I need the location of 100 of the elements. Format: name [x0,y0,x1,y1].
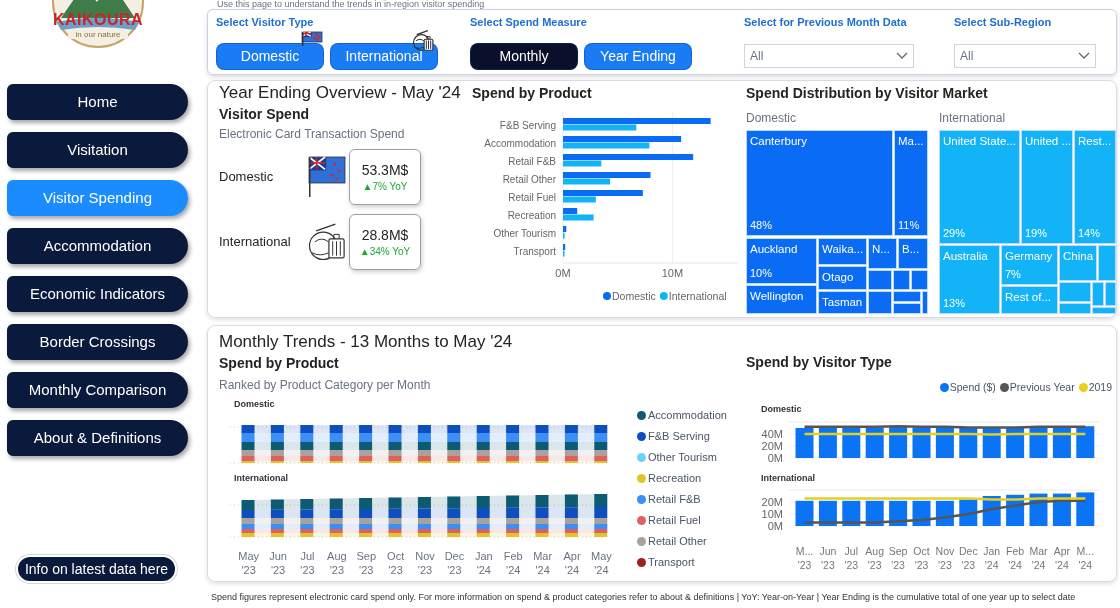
legend-label: Other Tourism [648,450,717,466]
legend-label: Previous Year [1009,380,1075,395]
panel-label: International [234,473,288,483]
tile-label: N... [872,242,891,256]
axis-label: Jun '23 [819,545,837,571]
treemap-tile[interactable]: Rest of... [1001,286,1058,314]
legend-label: Retail F&B [648,492,701,508]
axis-label: Sep '23 [888,545,908,571]
axis-label: 0M [555,267,571,279]
chart-title: Spend by Visitor Type [746,353,892,372]
treemap-tile[interactable]: Auckland 10% [746,238,817,284]
tile-label: Rest... [1078,134,1112,148]
nav-button[interactable]: About & Definitions [7,420,188,456]
dropdown-value: All [960,48,974,65]
treemap-tile[interactable]: Waika... [818,238,867,265]
nav-button[interactable]: Accommodation [7,228,188,264]
treemap-tile[interactable]: B... [898,238,928,269]
dropdown[interactable]: All [954,44,1096,68]
category-label: Recreation [507,210,556,221]
dropdown[interactable]: All [744,44,914,68]
intro-text: Use this page to understand the trends in in-region visitor spending [216,0,486,9]
treemap-tile[interactable]: Australia 13% [939,245,1000,314]
nav-button[interactable]: Visitor Spending [7,180,188,216]
kpi-label: International [219,233,292,252]
logo-tagline: in our nature [68,30,128,39]
nav-button[interactable]: Monthly Comparison [7,372,188,408]
axis-label: Mar '24 [532,549,554,577]
panel-label: Domestic [761,403,802,416]
treemap-tile[interactable]: Otago [818,266,867,290]
info-button[interactable]: Info on latest data here [16,555,177,583]
axis-label: Feb '24 [502,549,524,577]
axis-label: Aug '23 [326,549,348,577]
filter-label: Select for Previous Month Data [744,15,907,30]
category-label: F&B Serving [499,120,556,131]
axis-label: Feb '24 [1006,545,1025,571]
treemap-tile[interactable]: Wellington [746,285,817,314]
treemap-tile[interactable]: Rest... 14% [1074,130,1116,244]
toggle-button[interactable]: Domestic [216,43,324,70]
tile-label: B... [902,242,921,256]
chart-title: Spend Distribution by Visitor Market [746,84,988,103]
axis-label: 10M [761,508,783,520]
category-label: Transport [513,246,556,257]
tile-share: 19% [1025,227,1049,240]
nav-button[interactable]: Home [7,84,188,120]
card-caption: Electronic Card Transaction Spend [219,126,406,143]
treemap-tile[interactable]: N... [868,238,897,269]
axis-label: M... '24 [1076,545,1095,571]
card-subtitle: Visitor Spend [219,105,310,124]
tile-label: Germany [1005,249,1054,263]
filter-label: Select Sub-Region [954,15,1052,30]
legend-label: Domestic [612,290,656,302]
tile-share: 29% [943,227,967,240]
treemap-tile[interactable]: Germany 7% [1001,245,1058,285]
tile-label: Canterbury [750,134,808,148]
tile-label: Auckland [750,242,799,256]
tile-share: 10% [750,267,774,280]
axis-label: Mar '24 [1029,545,1048,571]
legend-label: Transport [648,555,695,571]
legend-label: Spend ($) [949,380,996,395]
legend-label: Retail Other [648,534,707,550]
treemap-tile[interactable]: Tasman [818,291,867,314]
tile-label: United ... [1025,134,1069,148]
axis-label: 10M [661,267,684,279]
category-label: Other Tourism [493,228,556,239]
tile-share: 48% [750,219,774,232]
axis-label: 40M [761,428,783,440]
treemap-tile[interactable]: China [1059,245,1097,281]
filter-label: Select Visitor Type [216,15,314,30]
category-label: Accommodation [484,138,556,149]
axis-label: Sep '23 [355,549,378,577]
tile-label: Tasman [822,295,863,309]
tile-share: 7% [1005,268,1022,281]
axis-label: Jan '24 [983,545,1001,571]
category-label: Retail F&B [508,156,556,167]
axis-label: Nov '23 [414,549,436,577]
tile-label: United State... [943,134,1016,148]
toggle-button[interactable]: Year Ending [584,43,692,70]
axis-label: Jan '24 [473,549,494,577]
axis-label: Apr '24 [1053,545,1071,571]
axis-label: Jul '23 [844,545,859,571]
chart-title: Spend by Product [219,354,340,373]
treemap-tile[interactable]: United ... 19% [1021,130,1073,244]
nav-button[interactable]: Visitation [7,132,188,168]
treemap-tile[interactable]: Ma... 11% [894,130,928,236]
axis-label: 20M [761,496,783,508]
legend-label: Retail Fuel [648,513,701,529]
section-title: Monthly Trends - 13 Months to May '24 [219,331,514,353]
dropdown-value: All [750,48,764,65]
kpi-label: Domestic [219,168,275,187]
nav-button[interactable]: Border Crossings [7,324,188,360]
toggle-button[interactable]: International [330,43,438,70]
treemap-tile[interactable]: United State... 29% [939,130,1020,244]
axis-label: May '24 [590,549,613,577]
nav-button[interactable]: Economic Indicators [7,276,188,312]
legend-label: 2019 [1088,380,1112,395]
tile-share: 14% [1078,227,1102,240]
toggle-button[interactable]: Monthly [470,43,578,70]
kpi-change: ▲34% YoY [359,245,411,258]
axis-label: M... '23 [795,545,814,571]
treemap-tile[interactable]: Canterbury 48% [746,130,893,236]
